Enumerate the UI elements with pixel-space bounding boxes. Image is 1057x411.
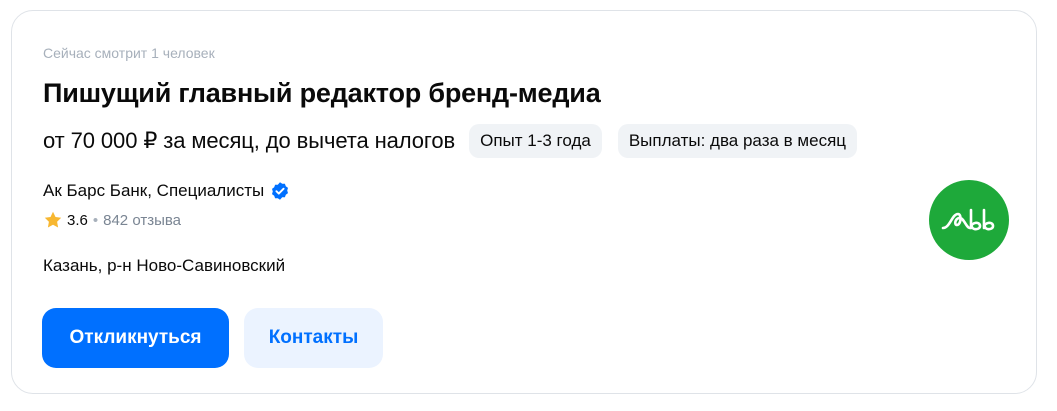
company-rating[interactable]: 3.6 • 842 отзыва (43, 210, 181, 230)
salary-row: от 70 000 ₽ за месяц, до вычета налогов … (43, 123, 873, 159)
separator-dot: • (92, 211, 99, 229)
company-name[interactable]: Ак Барс Банк, Специалисты (43, 181, 264, 201)
rating-score: 3.6 (67, 211, 88, 229)
company-row: Ак Барс Банк, Специалисты (43, 181, 290, 201)
respond-button[interactable]: Откликнуться (42, 308, 229, 368)
payout-tag: Выплаты: два раза в месяц (617, 124, 858, 158)
viewers-count: Сейчас смотрит 1 человек (43, 45, 215, 61)
vacancy-title[interactable]: Пишущий главный редактор бренд-медиа (43, 78, 601, 109)
contacts-button[interactable]: Контакты (244, 308, 383, 368)
salary-text: от 70 000 ₽ за месяц, до вычета налогов (43, 128, 456, 153)
location-text: Казань, р-н Ново-Савиновский (43, 256, 286, 275)
ak-bars-logo (941, 208, 995, 231)
vacancy-card: Сейчас смотрит 1 человек Пишущий главный… (11, 10, 1037, 394)
reviews-count: 842 отзыва (103, 211, 182, 229)
verified-check-icon (270, 181, 290, 201)
experience-tag: Опыт 1-3 года (469, 124, 602, 158)
company-logo[interactable] (929, 180, 1009, 260)
star-icon (43, 210, 63, 230)
